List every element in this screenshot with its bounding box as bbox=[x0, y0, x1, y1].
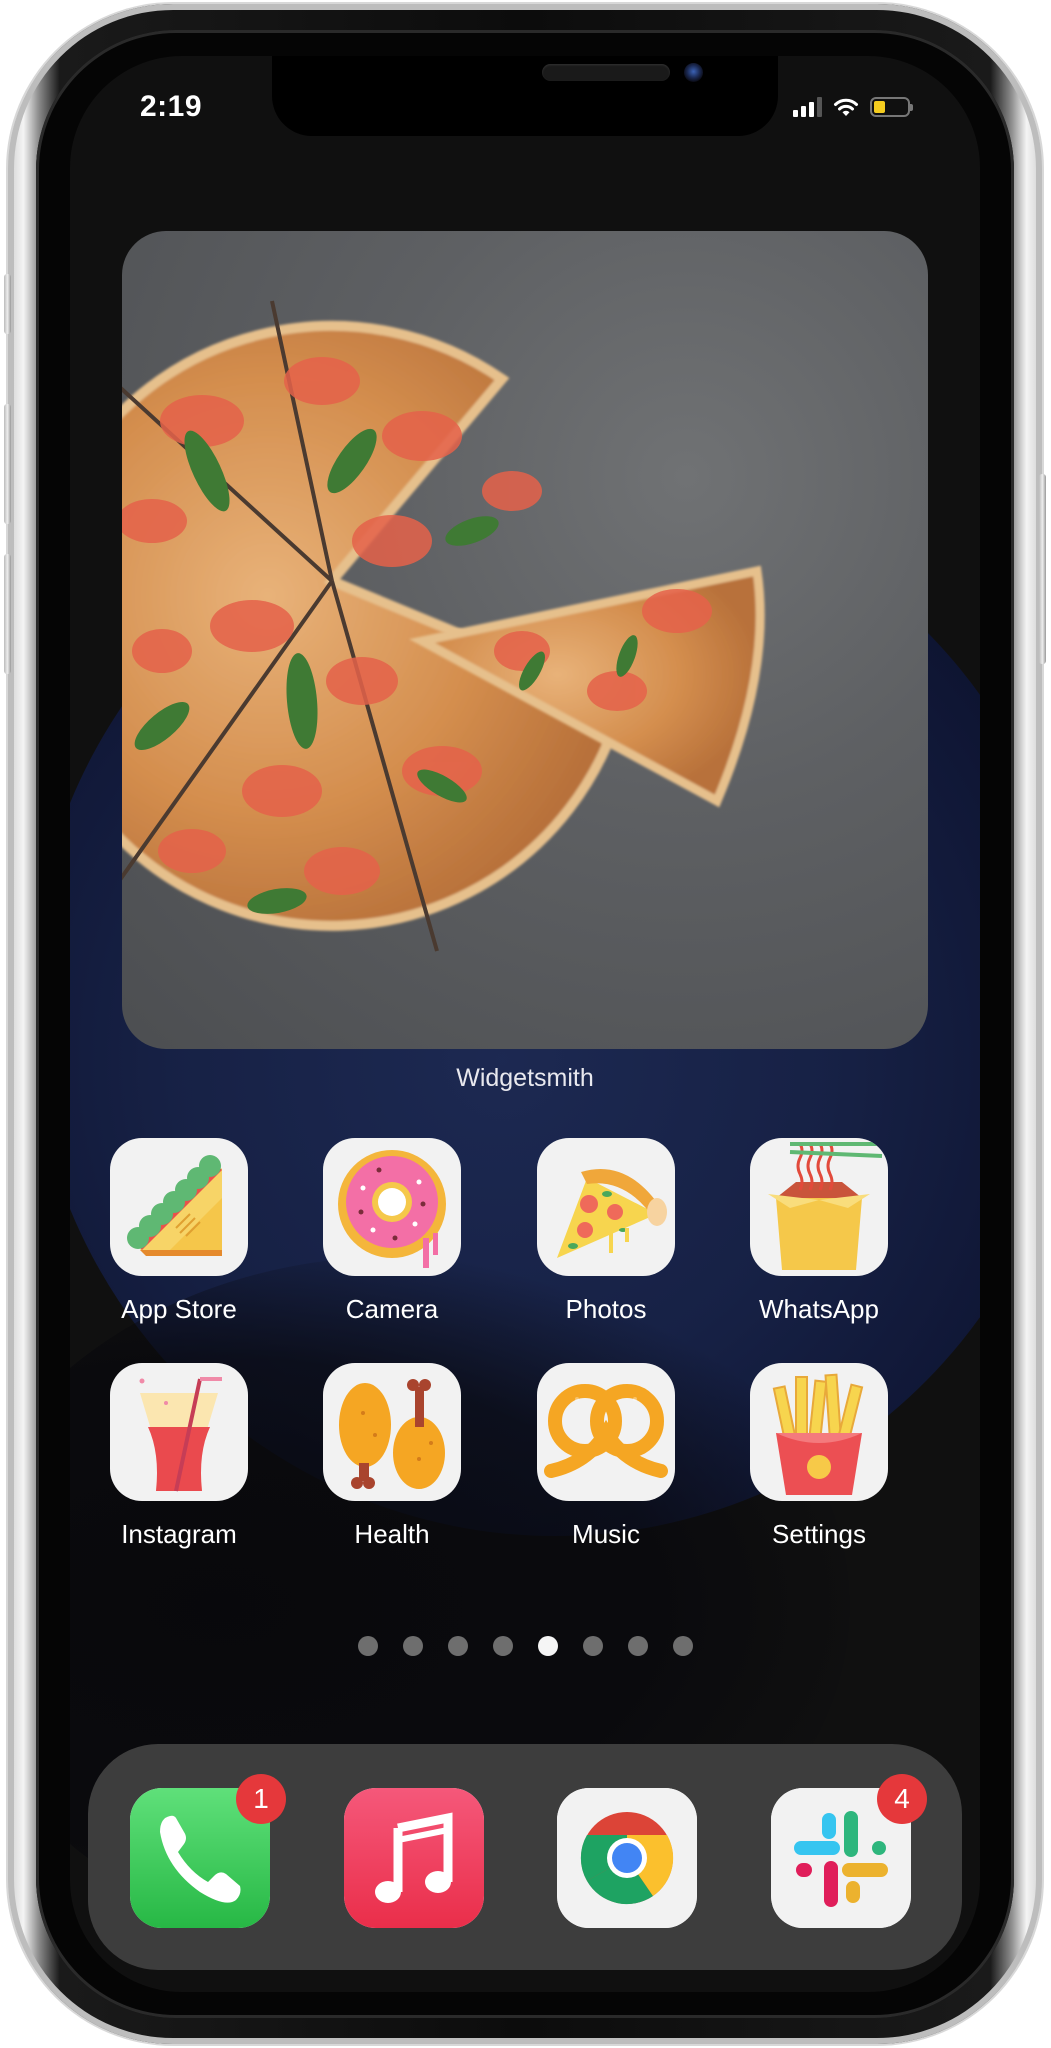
wifi-icon bbox=[832, 96, 860, 118]
notification-badge: 4 bbox=[877, 1774, 927, 1824]
chrome-icon bbox=[557, 1788, 697, 1928]
page-dot[interactable] bbox=[627, 1636, 648, 1656]
earpiece-speaker bbox=[542, 64, 670, 81]
home-screen: 2:19 Widgetsmith App Store Camera Photos… bbox=[70, 56, 980, 1992]
app-label: Health bbox=[354, 1519, 430, 1549]
dock-app-phone[interactable]: 1 bbox=[116, 1774, 286, 1928]
dock-app-chrome[interactable] bbox=[543, 1788, 711, 1928]
chicken-drumstick-icon bbox=[323, 1363, 461, 1501]
page-dot[interactable] bbox=[402, 1636, 423, 1656]
soda-glass-icon bbox=[110, 1363, 248, 1501]
app-label: Settings bbox=[772, 1519, 866, 1549]
pretzel-icon bbox=[537, 1363, 675, 1501]
volume-up-button bbox=[4, 404, 11, 524]
app-settings[interactable]: Settings bbox=[735, 1363, 903, 1550]
page-dot[interactable] bbox=[357, 1636, 378, 1656]
status-indicators bbox=[793, 96, 913, 118]
app-label: Music bbox=[572, 1519, 640, 1549]
side-button bbox=[1039, 474, 1046, 664]
dock-app-slack[interactable]: 4 bbox=[757, 1774, 927, 1928]
app-label: Camera bbox=[345, 1294, 439, 1324]
app-label: Photos bbox=[565, 1294, 647, 1324]
battery-icon bbox=[870, 97, 913, 117]
app-label: Instagram bbox=[121, 1519, 237, 1549]
page-dot[interactable] bbox=[447, 1636, 468, 1656]
widgetsmith-widget[interactable] bbox=[122, 231, 928, 1049]
page-dot[interactable] bbox=[537, 1636, 558, 1656]
app-instagram[interactable]: Instagram bbox=[95, 1363, 263, 1550]
page-indicator[interactable] bbox=[70, 1636, 980, 1656]
french-fries-icon bbox=[750, 1363, 888, 1501]
status-time: 2:19 bbox=[140, 90, 203, 123]
pizza-slice-icon bbox=[537, 1138, 675, 1276]
page-dot[interactable] bbox=[672, 1636, 693, 1656]
volume-down-button bbox=[4, 554, 11, 674]
battery-level bbox=[874, 101, 886, 113]
page-dot[interactable] bbox=[582, 1636, 603, 1656]
pizza-photo bbox=[122, 300, 765, 952]
donut-icon bbox=[323, 1138, 461, 1276]
app-label: WhatsApp bbox=[759, 1294, 879, 1324]
app-photos[interactable]: Photos bbox=[522, 1138, 690, 1325]
slack-icon: 4 bbox=[771, 1774, 927, 1928]
widget-label: Widgetsmith bbox=[456, 1064, 594, 1092]
app-app-store[interactable]: App Store bbox=[95, 1138, 263, 1325]
music-note-icon bbox=[344, 1788, 484, 1928]
cellular-signal-icon bbox=[793, 97, 822, 117]
dock: 14 bbox=[88, 1744, 962, 1970]
app-label: App Store bbox=[121, 1294, 237, 1324]
phone-icon: 1 bbox=[130, 1774, 286, 1928]
notification-badge: 1 bbox=[236, 1774, 286, 1824]
dock-app-music[interactable] bbox=[330, 1788, 498, 1928]
silent-switch bbox=[4, 274, 11, 334]
page-dot[interactable] bbox=[492, 1636, 513, 1656]
noodle-box-icon bbox=[750, 1138, 888, 1276]
app-music[interactable]: Music bbox=[522, 1363, 690, 1550]
front-camera bbox=[684, 63, 703, 82]
app-whatsapp[interactable]: WhatsApp bbox=[735, 1138, 903, 1325]
notch bbox=[272, 56, 778, 136]
app-health[interactable]: Health bbox=[308, 1363, 476, 1550]
sandwich-icon bbox=[110, 1138, 248, 1276]
app-camera[interactable]: Camera bbox=[308, 1138, 476, 1325]
